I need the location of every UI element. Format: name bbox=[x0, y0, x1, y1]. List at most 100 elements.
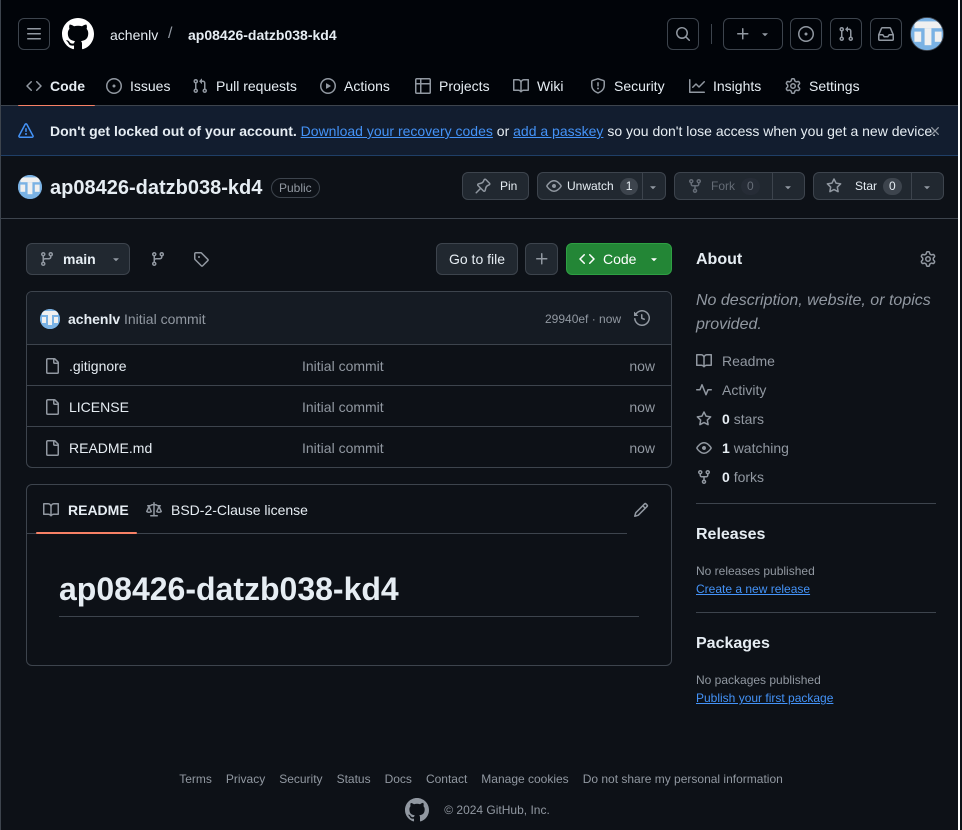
gear-icon[interactable] bbox=[920, 251, 936, 267]
tab-settings[interactable]: Settings bbox=[785, 66, 860, 106]
packages-title[interactable]: Packages bbox=[696, 635, 936, 653]
file-name[interactable]: LICENSE bbox=[69, 399, 129, 415]
footer-link-manage-cookies[interactable]: Manage cookies bbox=[481, 772, 568, 786]
publish-package-link[interactable]: Publish your first package bbox=[696, 691, 833, 705]
branch-selector[interactable]: main bbox=[26, 243, 130, 275]
book-icon bbox=[513, 78, 529, 93]
commit-author[interactable]: achenlv bbox=[68, 311, 120, 327]
search-button[interactable] bbox=[667, 18, 699, 50]
tab-code[interactable]: Code bbox=[18, 66, 95, 107]
footer-link-privacy[interactable]: Privacy bbox=[226, 772, 265, 786]
recovery-codes-link[interactable]: Download your recovery codes bbox=[301, 123, 493, 139]
inbox-button[interactable] bbox=[870, 18, 902, 50]
commit-message[interactable]: Initial commit bbox=[124, 311, 206, 327]
pin-icon bbox=[475, 178, 491, 194]
owner-avatar[interactable] bbox=[18, 175, 42, 199]
tab-issues[interactable]: Issues bbox=[106, 66, 170, 106]
file-commit-message[interactable]: Initial commit bbox=[302, 399, 384, 415]
footer-link-docs[interactable]: Docs bbox=[385, 772, 412, 786]
file-row[interactable]: README.md Initial commit now bbox=[27, 427, 671, 467]
stars-link[interactable]: 0 stars bbox=[696, 411, 764, 427]
tab-security[interactable]: Security bbox=[590, 66, 665, 106]
commit-author-avatar[interactable] bbox=[40, 309, 60, 329]
commit-meta[interactable]: 29940ef · now bbox=[545, 312, 621, 326]
watching-link[interactable]: 1 watching bbox=[696, 440, 789, 456]
forks-link[interactable]: 0 forks bbox=[696, 469, 764, 485]
user-avatar[interactable] bbox=[910, 17, 944, 51]
pin-button[interactable]: Pin bbox=[462, 172, 529, 200]
add-passkey-link[interactable]: add a passkey bbox=[513, 123, 603, 139]
issue-opened-icon bbox=[106, 78, 122, 94]
code-dropdown-button[interactable]: Code bbox=[566, 243, 672, 275]
law-icon bbox=[146, 502, 162, 517]
chevron-down-icon[interactable] bbox=[782, 181, 794, 193]
readme-link[interactable]: Readme bbox=[696, 353, 775, 369]
file-name[interactable]: .gitignore bbox=[69, 358, 127, 374]
repo-title[interactable]: ap08426-datzb038-kd4 bbox=[50, 177, 262, 200]
watching-label: watching bbox=[733, 440, 789, 456]
footer-link-do-not-share[interactable]: Do not share my personal information bbox=[583, 772, 783, 786]
alert-icon bbox=[18, 123, 34, 138]
star-count: 0 bbox=[883, 177, 902, 195]
star-icon bbox=[826, 178, 842, 193]
license-tab[interactable]: BSD-2-Clause license bbox=[146, 502, 308, 518]
footer-copyright: © 2024 GitHub, Inc. bbox=[444, 803, 550, 817]
tab-wiki-label: Wiki bbox=[537, 78, 564, 94]
footer-link-contact[interactable]: Contact bbox=[426, 772, 467, 786]
pencil-icon[interactable] bbox=[633, 502, 649, 518]
chevron-down-icon[interactable] bbox=[921, 181, 933, 193]
go-to-file-button[interactable]: Go to file bbox=[436, 243, 518, 275]
pull-requests-button[interactable] bbox=[830, 18, 862, 50]
packages-empty: No packages published bbox=[696, 673, 821, 687]
issues-button[interactable] bbox=[790, 18, 822, 50]
releases-title[interactable]: Releases bbox=[696, 526, 936, 544]
branches-icon[interactable] bbox=[150, 251, 166, 267]
tab-actions[interactable]: Actions bbox=[320, 66, 390, 106]
breadcrumb-owner[interactable]: achenlv bbox=[110, 27, 158, 43]
tab-pull-requests[interactable]: Pull requests bbox=[192, 66, 297, 106]
repo-forked-icon bbox=[689, 179, 701, 194]
activity-link[interactable]: Activity bbox=[696, 382, 766, 398]
tab-insights[interactable]: Insights bbox=[689, 66, 761, 106]
breadcrumb-repo[interactable]: ap08426-datzb038-kd4 bbox=[188, 27, 337, 43]
menu-button[interactable] bbox=[18, 18, 50, 50]
stars-count: 0 bbox=[722, 411, 730, 427]
about-title-wrap: About bbox=[696, 251, 936, 269]
book-icon bbox=[43, 502, 59, 517]
footer-link-terms[interactable]: Terms bbox=[179, 772, 212, 786]
github-logo-icon[interactable] bbox=[62, 18, 94, 50]
watch-count: 1 bbox=[619, 177, 639, 195]
code-button-label: Code bbox=[603, 251, 637, 267]
watch-button[interactable]: Unwatch 1 bbox=[537, 172, 666, 200]
file-commit-message[interactable]: Initial commit bbox=[302, 440, 384, 456]
close-icon[interactable] bbox=[928, 124, 942, 138]
readme-tabs: README BSD-2-Clause license bbox=[27, 485, 627, 534]
file-age: now bbox=[629, 440, 655, 456]
footer-link-status[interactable]: Status bbox=[337, 772, 371, 786]
tab-projects[interactable]: Projects bbox=[415, 66, 490, 106]
create-release-link[interactable]: Create a new release bbox=[696, 582, 810, 596]
github-mark-icon[interactable] bbox=[405, 798, 430, 822]
issue-opened-icon bbox=[798, 26, 814, 42]
file-icon bbox=[46, 358, 59, 374]
file-row[interactable]: LICENSE Initial commit now bbox=[27, 386, 671, 427]
fork-button[interactable]: Fork 0 bbox=[674, 172, 805, 200]
chevron-down-icon[interactable] bbox=[647, 181, 659, 193]
history-icon[interactable] bbox=[634, 310, 650, 326]
eye-icon bbox=[696, 442, 712, 454]
branch-name: main bbox=[63, 251, 96, 267]
breadcrumb-separator: / bbox=[168, 25, 173, 42]
repo-nav: Code Issues Pull requests Actions Projec… bbox=[1, 66, 958, 107]
add-file-button[interactable] bbox=[525, 243, 558, 275]
create-new-button[interactable] bbox=[723, 18, 783, 50]
star-button[interactable]: Star 0 bbox=[813, 172, 944, 200]
footer-link-security[interactable]: Security bbox=[279, 772, 322, 786]
tab-wiki[interactable]: Wiki bbox=[513, 66, 563, 106]
file-name[interactable]: README.md bbox=[69, 440, 152, 456]
gear-icon bbox=[785, 78, 801, 94]
readme-tab[interactable]: README bbox=[36, 502, 137, 534]
file-row[interactable]: .gitignore Initial commit now bbox=[27, 345, 671, 386]
file-commit-message[interactable]: Initial commit bbox=[302, 358, 384, 374]
tag-icon[interactable] bbox=[193, 251, 209, 267]
file-icon bbox=[46, 440, 59, 456]
